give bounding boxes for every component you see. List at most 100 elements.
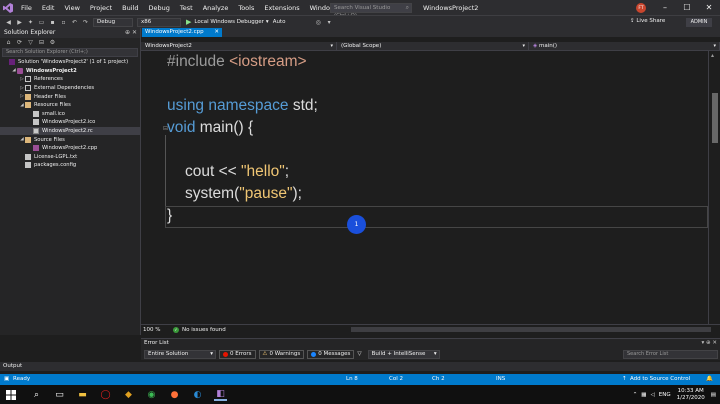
nav-project-select[interactable]: WindowsProject2 ▾: [141, 42, 337, 51]
nav-scope-select[interactable]: (Global Scope) ▾: [337, 42, 529, 51]
menu-item-build[interactable]: Build: [117, 4, 143, 12]
pin-icon[interactable]: ⊕: [125, 29, 132, 36]
menu-item-analyze[interactable]: Analyze: [198, 4, 234, 12]
undo-icon[interactable]: ↶: [70, 18, 79, 27]
network-icon[interactable]: ▦: [641, 392, 646, 398]
save-all-icon[interactable]: ▫: [59, 18, 68, 27]
solution-explorer-panel: Solution Explorer ⊕ ✕ ⌂ ⟳ ▽ ⊟ ⚙ Search S…: [0, 28, 141, 335]
tree-item[interactable]: ◢ WindowsProject2: [0, 67, 140, 76]
tree-item[interactable]: ▷ External Dependencies: [0, 84, 140, 93]
tree-item[interactable]: WindowsProject2.ico: [0, 118, 140, 127]
panel-close-icon[interactable]: ✕: [712, 340, 717, 346]
errors-filter-button[interactable]: 0 Errors: [219, 349, 256, 359]
close-icon[interactable]: ✕: [698, 0, 720, 15]
toolbar: ◀ ▶ ✦ ▭ ▪ ▫ ↶ ↷ Debug x86 ▶ Local Window…: [0, 15, 720, 28]
sync-icon[interactable]: ⟳: [15, 38, 24, 47]
save-icon[interactable]: ▪: [48, 18, 57, 27]
avatar[interactable]: FT: [636, 3, 646, 13]
forward-icon[interactable]: ▶: [15, 18, 24, 27]
menu-item-extensions[interactable]: Extensions: [259, 4, 304, 12]
volume-icon[interactable]: ◁: [651, 392, 655, 398]
messages-filter-button[interactable]: 0 Messages: [307, 349, 355, 359]
menu-item-test[interactable]: Test: [175, 4, 198, 12]
notifications-icon[interactable]: 🔔: [706, 374, 713, 385]
search-input[interactable]: Search Visual Studio (Ctrl+Q) ⌕: [330, 3, 412, 19]
maximize-icon[interactable]: ☐: [676, 0, 698, 15]
nav-member-select[interactable]: ◈ main() ▾: [529, 42, 720, 51]
menu-item-debug[interactable]: Debug: [144, 4, 175, 12]
add-to-source-control-button[interactable]: Add to Source Control: [630, 374, 690, 385]
windows-start-icon[interactable]: [4, 388, 17, 401]
back-icon[interactable]: ◀: [4, 18, 13, 27]
error-search-input[interactable]: Search Error List: [623, 350, 718, 359]
scroll-up-icon[interactable]: ▴: [711, 52, 714, 59]
properties-icon[interactable]: ⚙: [48, 38, 57, 47]
file-explorer-icon[interactable]: ▬: [76, 388, 89, 401]
new-item-icon[interactable]: ✦: [26, 18, 35, 27]
tree-item[interactable]: small.ico: [0, 110, 140, 119]
source-control-icon[interactable]: ↑: [622, 374, 627, 385]
visual-studio-taskbar-icon[interactable]: ◧: [214, 388, 227, 401]
menu-item-edit[interactable]: Edit: [37, 4, 60, 12]
build-filter-select[interactable]: Build + IntelliSense ▾: [367, 349, 440, 359]
tab-windowsproject2-cpp[interactable]: WindowsProject2.cpp ✕: [142, 28, 222, 37]
tree-item[interactable]: ◢ Source Files: [0, 135, 140, 144]
code-line-6: cout << "hello";: [185, 163, 290, 180]
file-icon: [33, 110, 39, 117]
tree-item[interactable]: License-LGPL.txt: [0, 153, 140, 162]
file-icon: [25, 153, 31, 160]
task-view-icon[interactable]: ▭: [53, 388, 66, 401]
clock[interactable]: 10:33 AM 1/27/2020: [677, 388, 705, 402]
error-scope-select[interactable]: Entire Solution ▾: [144, 349, 216, 359]
live-share-button[interactable]: ⇪ Live Share: [630, 18, 665, 24]
tab-close-icon[interactable]: ✕: [214, 28, 219, 37]
scrollbar-thumb[interactable]: [712, 93, 718, 143]
tree-item[interactable]: packages.config: [0, 161, 140, 170]
sublime-text-icon[interactable]: ◆: [122, 388, 135, 401]
tree-item[interactable]: ▷ References: [0, 75, 140, 84]
vertical-scrollbar[interactable]: ▴: [708, 51, 720, 324]
tree-item[interactable]: WindowsProject2.cpp: [0, 144, 140, 153]
configuration-select[interactable]: Debug: [93, 17, 133, 27]
menu-item-project[interactable]: Project: [85, 4, 117, 12]
open-icon[interactable]: ▭: [37, 18, 46, 27]
action-center-icon[interactable]: ▤: [711, 392, 716, 398]
filter-icon[interactable]: ▽: [357, 351, 361, 357]
tree-item[interactable]: Solution 'WindowsProject2' (1 of 1 proje…: [0, 58, 140, 67]
warnings-filter-button[interactable]: ⚠ 0 Warnings: [258, 349, 305, 359]
menu-item-view[interactable]: View: [59, 4, 84, 12]
run-debugger-button[interactable]: ▶ Local Windows Debugger ▾: [186, 18, 269, 26]
collapse-all-icon[interactable]: ⊟: [37, 38, 46, 47]
browser-icon[interactable]: ◐: [191, 388, 204, 401]
panel-close-icon[interactable]: ✕: [132, 29, 137, 36]
output-tab[interactable]: Output: [0, 362, 720, 371]
hot-reload-icon[interactable]: ◎: [314, 18, 323, 27]
platform-select[interactable]: x86: [137, 17, 181, 27]
visual-studio-logo-icon[interactable]: [0, 0, 16, 15]
language-indicator[interactable]: ENG: [659, 392, 671, 398]
home-icon[interactable]: ⌂: [4, 38, 13, 47]
redo-icon[interactable]: ↷: [81, 18, 90, 27]
solution-explorer-toolbar: ⌂ ⟳ ▽ ⊟ ⚙: [0, 38, 140, 47]
tree-item-label: External Dependencies: [34, 85, 95, 92]
search-icon[interactable]: ⌕: [30, 388, 43, 401]
run-mode-select[interactable]: Auto: [273, 19, 313, 25]
tree-item-label: WindowsProject2: [26, 67, 77, 74]
tree-item[interactable]: ▷ Header Files: [0, 92, 140, 101]
toolbar-options-icon[interactable]: ▾: [325, 18, 334, 27]
menu-item-file[interactable]: File: [16, 4, 37, 12]
firefox-icon[interactable]: ●: [168, 388, 181, 401]
issues-status[interactable]: No issues found: [182, 327, 226, 333]
chrome-icon[interactable]: ◉: [145, 388, 158, 401]
zoom-level[interactable]: 100 %: [143, 327, 173, 333]
tree-item[interactable]: ◢ Resource Files: [0, 101, 140, 110]
menu-item-tools[interactable]: Tools: [233, 4, 259, 12]
tray-up-icon[interactable]: ⌃: [633, 392, 638, 398]
horizontal-scrollbar[interactable]: [351, 327, 711, 332]
solution-search-input[interactable]: Search Solution Explorer (Ctrl+;): [2, 48, 138, 57]
code-editor[interactable]: ⊟ #include <iostream> using namespace st…: [141, 51, 708, 324]
tree-item[interactable]: WindowsProject2.rc: [0, 126, 140, 136]
minimize-icon[interactable]: –: [654, 0, 676, 15]
filter-icon[interactable]: ▽: [26, 38, 35, 47]
opera-icon[interactable]: ◯: [99, 388, 112, 401]
